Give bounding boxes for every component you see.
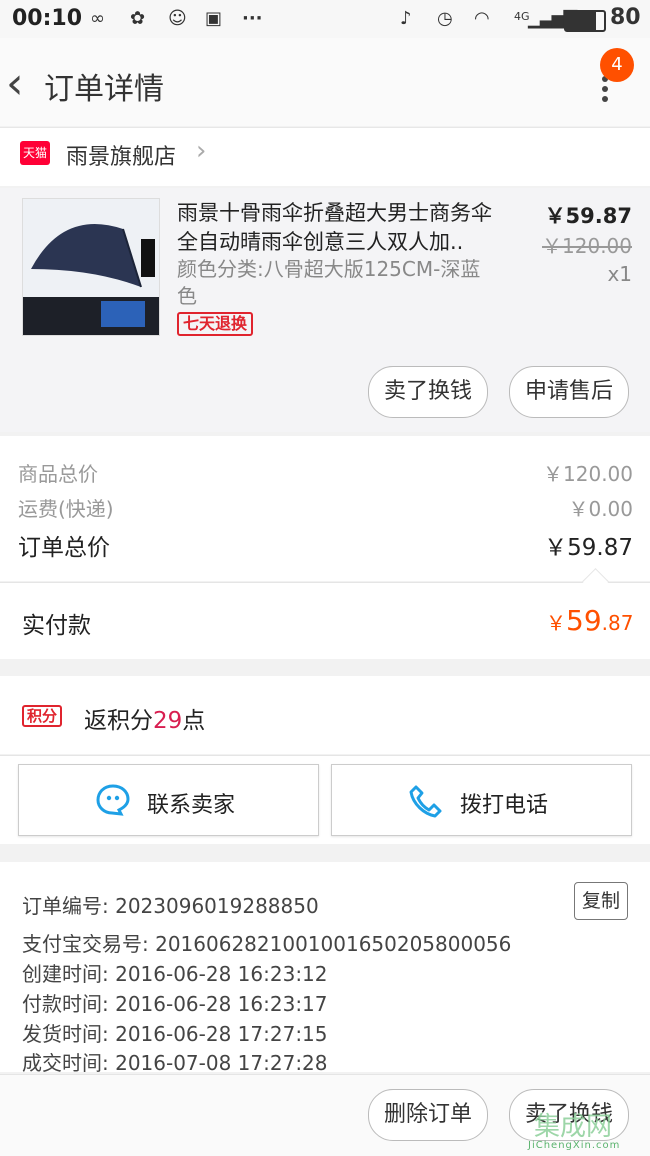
- chat-bubble-icon: [96, 784, 130, 816]
- completed-time: 成交时间: 2016-07-08 17:27:28: [22, 1051, 328, 1075]
- product-price: ￥59.87: [544, 204, 632, 228]
- paid-integer: 59: [566, 604, 602, 637]
- original-price: ￥120.00: [542, 234, 632, 258]
- summary-label: 商品总价: [18, 462, 98, 486]
- alarm-icon: ◷: [437, 8, 453, 29]
- summary-value: ￥120.00: [543, 462, 633, 486]
- wifi-icon: ◠: [474, 8, 490, 29]
- contact-seller-button[interactable]: 联系卖家: [18, 764, 319, 836]
- contact-seller-label: 联系卖家: [147, 793, 236, 818]
- points-prefix: 返积分: [84, 708, 153, 734]
- watermark-logo: 集成网: [534, 1112, 613, 1142]
- paid-label: 实付款: [22, 613, 91, 639]
- paid-decimal: .87: [601, 611, 634, 635]
- infinity-icon: ∞: [90, 8, 105, 29]
- call-phone-label: 拨打电话: [460, 793, 549, 818]
- after-sale-button[interactable]: 申请售后: [509, 366, 629, 418]
- paw-icon: ✿: [130, 8, 146, 29]
- phone-icon: [409, 785, 442, 818]
- page-title: 订单详情: [44, 72, 164, 107]
- summary-label: 订单总价: [18, 535, 110, 561]
- refund-tag: 七天退换: [177, 312, 254, 336]
- product-spec: 颜色分类:八骨超大版125CM-深蓝色: [177, 257, 481, 308]
- sell-button[interactable]: 卖了换钱: [368, 366, 488, 418]
- more-notifications-icon: ···: [242, 8, 263, 29]
- order-number: 订单编号: 2023096019288850: [22, 894, 319, 918]
- summary-label: 运费(快递): [18, 497, 114, 521]
- chat-icon: ☺: [168, 8, 187, 29]
- status-time: 00:10: [12, 6, 83, 31]
- paid-time: 付款时间: 2016-06-28 16:23:17: [22, 992, 328, 1016]
- delete-order-button[interactable]: 删除订单: [368, 1089, 488, 1141]
- watermark-url: JiChengXin.com: [528, 1140, 621, 1151]
- product-quantity: x1: [607, 262, 632, 286]
- created-time: 创建时间: 2016-06-28 16:23:12: [22, 962, 328, 986]
- shop-name[interactable]: 雨景旗舰店: [66, 139, 176, 171]
- chevron-right-icon: ›: [196, 136, 207, 166]
- notification-badge: 4: [600, 48, 634, 82]
- image-icon: ▣: [205, 8, 223, 29]
- product-image[interactable]: [22, 198, 160, 336]
- call-phone-button[interactable]: 拨打电话: [331, 764, 632, 836]
- summary-value: ￥0.00: [568, 497, 633, 521]
- shipped-time: 发货时间: 2016-06-28 17:27:15: [22, 1022, 328, 1046]
- battery-icon: [564, 10, 606, 32]
- battery-level: 80: [610, 5, 641, 30]
- mute-icon: ♪: [400, 8, 412, 29]
- summary-value: ￥59.87: [544, 535, 633, 561]
- points-value: 29: [153, 708, 183, 734]
- copy-button[interactable]: 复制: [574, 882, 628, 920]
- paid-currency: ￥: [546, 611, 566, 635]
- points-text: 返积分29点: [84, 701, 205, 735]
- back-icon[interactable]: ‹: [6, 62, 24, 106]
- tmall-icon: 天猫: [20, 141, 50, 165]
- alipay-trade-number: 支付宝交易号: 2016062821001001650205800056: [22, 932, 512, 956]
- points-tag: 积分: [22, 705, 63, 727]
- points-suffix: 点: [182, 708, 206, 734]
- product-title[interactable]: 雨景十骨雨伞折叠超大男士商务伞全自动晴雨伞创意三人双人加..: [177, 199, 507, 257]
- paid-amount: ￥59.87: [546, 604, 633, 637]
